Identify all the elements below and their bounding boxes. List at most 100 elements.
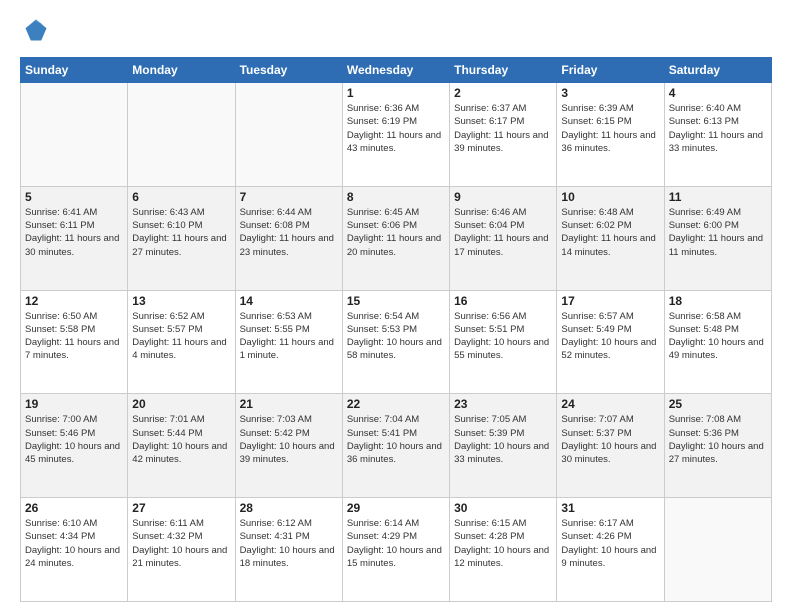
calendar-day-cell: 25 Sunrise: 7:08 AMSunset: 5:36 PMDayligh… (664, 394, 771, 498)
day-info: Sunrise: 6:53 AMSunset: 5:55 PMDaylight:… (240, 310, 338, 363)
day-number: 23 (454, 397, 552, 411)
calendar-day-cell: 16Sunrise: 6:56 AMSunset: 5:51 PMDayligh… (450, 290, 557, 394)
day-info: Sunrise: 7:07 AMSunset: 5:37 PMDaylight:… (561, 413, 659, 466)
day-number: 10 (561, 190, 659, 204)
day-info: Sunrise: 6:56 AMSunset: 5:51 PMDaylight:… (454, 310, 552, 363)
logo (20, 16, 50, 49)
logo-icon (22, 16, 50, 44)
day-number: 29 (347, 501, 445, 515)
calendar-day-cell: 6Sunrise: 6:43 AMSunset: 6:10 PMDaylight… (128, 186, 235, 290)
day-info: Sunrise: 7:00 AMSunset: 5:46 PMDaylight:… (25, 413, 123, 466)
calendar-day-cell: 10 Sunrise: 6:48 AMSunset: 6:02 PMDayligh… (557, 186, 664, 290)
day-number: 2 (454, 86, 552, 100)
calendar-day-cell: 4 Sunrise: 6:40 AMSunset: 6:13 PMDaylight… (664, 83, 771, 187)
day-of-week-header: Monday (128, 58, 235, 83)
day-number: 9 (454, 190, 552, 204)
day-number: 11 (669, 190, 767, 204)
calendar-day-cell: 20Sunrise: 7:01 AMSunset: 5:44 PMDayligh… (128, 394, 235, 498)
day-info: Sunrise: 6:17 AMSunset: 4:26 PMDaylight:… (561, 517, 659, 570)
calendar-day-cell: 23 Sunrise: 7:05 AMSunset: 5:39 PMDayligh… (450, 394, 557, 498)
calendar-week-row: 1 Sunrise: 6:36 AMSunset: 6:19 PMDaylight… (21, 83, 772, 187)
day-number: 3 (561, 86, 659, 100)
calendar-week-row: 5 Sunrise: 6:41 AMSunset: 6:11 PMDaylight… (21, 186, 772, 290)
day-of-week-header: Friday (557, 58, 664, 83)
day-info: Sunrise: 6:46 AMSunset: 6:04 PMDaylight:… (454, 206, 552, 259)
calendar-day-cell (21, 83, 128, 187)
day-info: Sunrise: 6:52 AMSunset: 5:57 PMDaylight:… (132, 310, 230, 363)
day-info: Sunrise: 6:12 AMSunset: 4:31 PMDaylight:… (240, 517, 338, 570)
day-info: Sunrise: 7:03 AMSunset: 5:42 PMDaylight:… (240, 413, 338, 466)
day-info: Sunrise: 6:57 AMSunset: 5:49 PMDaylight:… (561, 310, 659, 363)
calendar-week-row: 26 Sunrise: 6:10 AMSunset: 4:34 PMDayligh… (21, 498, 772, 602)
day-info: Sunrise: 6:58 AMSunset: 5:48 PMDaylight:… (669, 310, 767, 363)
day-number: 24 (561, 397, 659, 411)
header-row: SundayMondayTuesdayWednesdayThursdayFrid… (21, 58, 772, 83)
day-info: Sunrise: 6:44 AMSunset: 6:08 PMDaylight:… (240, 206, 338, 259)
day-of-week-header: Wednesday (342, 58, 449, 83)
day-number: 26 (25, 501, 123, 515)
day-info: Sunrise: 6:36 AMSunset: 6:19 PMDaylight:… (347, 102, 445, 155)
day-info: Sunrise: 6:15 AMSunset: 4:28 PMDaylight:… (454, 517, 552, 570)
day-number: 27 (132, 501, 230, 515)
day-number: 5 (25, 190, 123, 204)
day-info: Sunrise: 6:49 AMSunset: 6:00 PMDaylight:… (669, 206, 767, 259)
calendar-day-cell: 2 Sunrise: 6:37 AMSunset: 6:17 PMDaylight… (450, 83, 557, 187)
day-info: Sunrise: 7:04 AMSunset: 5:41 PMDaylight:… (347, 413, 445, 466)
day-number: 8 (347, 190, 445, 204)
day-number: 1 (347, 86, 445, 100)
calendar-week-row: 12 Sunrise: 6:50 AMSunset: 5:58 PMDayligh… (21, 290, 772, 394)
day-info: Sunrise: 6:10 AMSunset: 4:34 PMDaylight:… (25, 517, 123, 570)
day-number: 7 (240, 190, 338, 204)
calendar-day-cell: 14 Sunrise: 6:53 AMSunset: 5:55 PMDayligh… (235, 290, 342, 394)
day-number: 14 (240, 294, 338, 308)
calendar-day-cell (664, 498, 771, 602)
day-number: 6 (132, 190, 230, 204)
calendar-day-cell: 13 Sunrise: 6:52 AMSunset: 5:57 PMDayligh… (128, 290, 235, 394)
day-info: Sunrise: 6:37 AMSunset: 6:17 PMDaylight:… (454, 102, 552, 155)
day-info: Sunrise: 6:39 AMSunset: 6:15 PMDaylight:… (561, 102, 659, 155)
calendar-day-cell (235, 83, 342, 187)
calendar-day-cell: 3 Sunrise: 6:39 AMSunset: 6:15 PMDaylight… (557, 83, 664, 187)
calendar-day-cell: 15Sunrise: 6:54 AMSunset: 5:53 PMDayligh… (342, 290, 449, 394)
calendar-day-cell (128, 83, 235, 187)
day-info: Sunrise: 6:50 AMSunset: 5:58 PMDaylight:… (25, 310, 123, 363)
day-info: Sunrise: 6:48 AMSunset: 6:02 PMDaylight:… (561, 206, 659, 259)
calendar-day-cell: 1 Sunrise: 6:36 AMSunset: 6:19 PMDaylight… (342, 83, 449, 187)
calendar-day-cell: 5 Sunrise: 6:41 AMSunset: 6:11 PMDaylight… (21, 186, 128, 290)
day-of-week-header: Tuesday (235, 58, 342, 83)
header (20, 16, 772, 49)
calendar-day-cell: 8 Sunrise: 6:45 AMSunset: 6:06 PMDaylight… (342, 186, 449, 290)
day-number: 25 (669, 397, 767, 411)
calendar-day-cell: 27 Sunrise: 6:11 AMSunset: 4:32 PMDayligh… (128, 498, 235, 602)
day-number: 18 (669, 294, 767, 308)
day-number: 30 (454, 501, 552, 515)
day-number: 4 (669, 86, 767, 100)
page: SundayMondayTuesdayWednesdayThursdayFrid… (0, 0, 792, 612)
calendar-day-cell: 18 Sunrise: 6:58 AMSunset: 5:48 PMDayligh… (664, 290, 771, 394)
calendar-day-cell: 30 Sunrise: 6:15 AMSunset: 4:28 PMDayligh… (450, 498, 557, 602)
day-info: Sunrise: 6:41 AMSunset: 6:11 PMDaylight:… (25, 206, 123, 259)
day-of-week-header: Thursday (450, 58, 557, 83)
day-number: 13 (132, 294, 230, 308)
day-info: Sunrise: 7:08 AMSunset: 5:36 PMDaylight:… (669, 413, 767, 466)
day-info: Sunrise: 6:14 AMSunset: 4:29 PMDaylight:… (347, 517, 445, 570)
day-number: 31 (561, 501, 659, 515)
day-info: Sunrise: 6:45 AMSunset: 6:06 PMDaylight:… (347, 206, 445, 259)
day-number: 28 (240, 501, 338, 515)
calendar-day-cell: 17 Sunrise: 6:57 AMSunset: 5:49 PMDayligh… (557, 290, 664, 394)
day-number: 17 (561, 294, 659, 308)
calendar-day-cell: 21 Sunrise: 7:03 AMSunset: 5:42 PMDayligh… (235, 394, 342, 498)
calendar-day-cell: 29 Sunrise: 6:14 AMSunset: 4:29 PMDayligh… (342, 498, 449, 602)
calendar-day-cell: 26 Sunrise: 6:10 AMSunset: 4:34 PMDayligh… (21, 498, 128, 602)
day-info: Sunrise: 7:05 AMSunset: 5:39 PMDaylight:… (454, 413, 552, 466)
calendar-day-cell: 28 Sunrise: 6:12 AMSunset: 4:31 PMDayligh… (235, 498, 342, 602)
day-info: Sunrise: 6:40 AMSunset: 6:13 PMDaylight:… (669, 102, 767, 155)
day-number: 12 (25, 294, 123, 308)
calendar-table: SundayMondayTuesdayWednesdayThursdayFrid… (20, 57, 772, 602)
day-info: Sunrise: 6:54 AMSunset: 5:53 PMDaylight:… (347, 310, 445, 363)
calendar-day-cell: 7 Sunrise: 6:44 AMSunset: 6:08 PMDaylight… (235, 186, 342, 290)
day-number: 21 (240, 397, 338, 411)
day-info: Sunrise: 7:01 AMSunset: 5:44 PMDaylight:… (132, 413, 230, 466)
calendar-week-row: 19Sunrise: 7:00 AMSunset: 5:46 PMDayligh… (21, 394, 772, 498)
day-info: Sunrise: 6:11 AMSunset: 4:32 PMDaylight:… (132, 517, 230, 570)
